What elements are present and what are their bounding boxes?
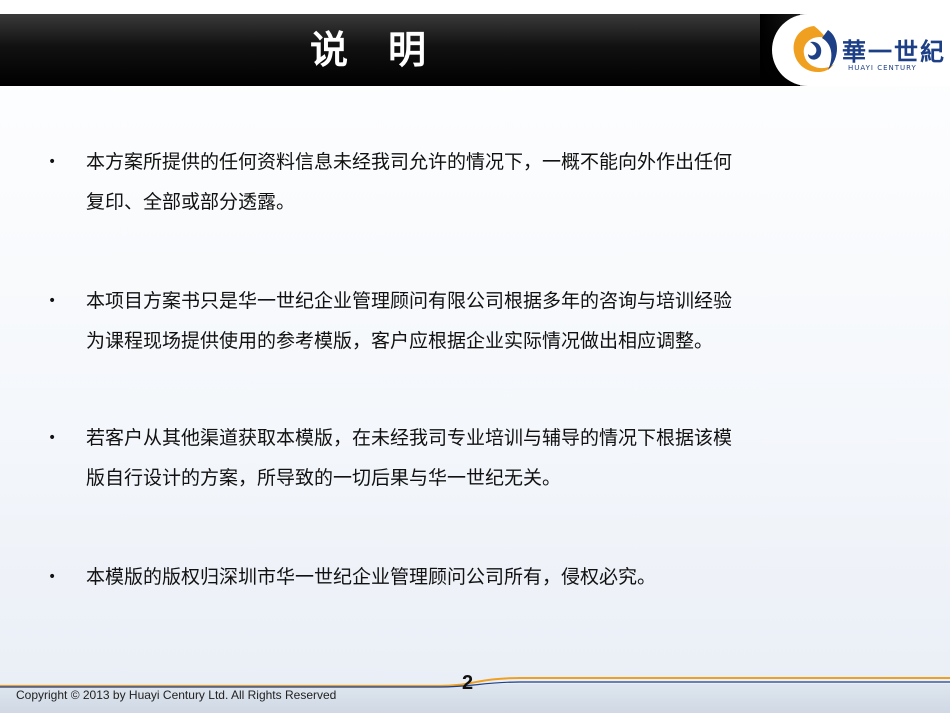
copyright-text: Copyright © 2013 by Huayi Century Ltd. A… xyxy=(16,688,337,702)
bullet: • xyxy=(48,430,57,446)
item-line-1: 本模版的版权归深圳市华一世纪企业管理顾问公司所有，侵权必究。 xyxy=(86,566,657,588)
list-item: • 本项目方案书只是华一世纪企业管理顾问有限公司根据多年的咨询与培训经验 为课程… xyxy=(48,281,906,361)
list-item: • 本方案所提供的任何资料信息未经我司允许的情况下，一概不能向外作出任何 复印、… xyxy=(48,142,906,222)
item-line-2: 复印、全部或部分透露。 xyxy=(86,191,296,213)
item-line-1: 若客户从其他渠道获取本模版，在未经我司专业培训与辅导的情况下根据该模 xyxy=(86,427,733,449)
content-area: • 本方案所提供的任何资料信息未经我司允许的情况下，一概不能向外作出任何 复印、… xyxy=(0,0,950,713)
item-line-1: 本方案所提供的任何资料信息未经我司允许的情况下，一概不能向外作出任何 xyxy=(86,151,733,173)
bullet: • xyxy=(48,293,57,309)
item-line-2: 版自行设计的方案，所导致的一切后果与华一世纪无关。 xyxy=(86,467,562,489)
bullet: • xyxy=(48,569,57,585)
footer-swoosh xyxy=(0,677,950,688)
item-line-1: 本项目方案书只是华一世纪企业管理顾问有限公司根据多年的咨询与培训经验 xyxy=(86,290,733,312)
list-item: • 若客户从其他渠道获取本模版，在未经我司专业培训与辅导的情况下根据该模 版自行… xyxy=(48,418,906,498)
list-item: • 本模版的版权归深圳市华一世纪企业管理顾问公司所有，侵权必究。 xyxy=(48,557,906,597)
item-line-2: 为课程现场提供使用的参考模版，客户应根据企业实际情况做出相应调整。 xyxy=(86,330,714,352)
page-number: 2 xyxy=(462,672,474,694)
bullet: • xyxy=(48,154,57,170)
